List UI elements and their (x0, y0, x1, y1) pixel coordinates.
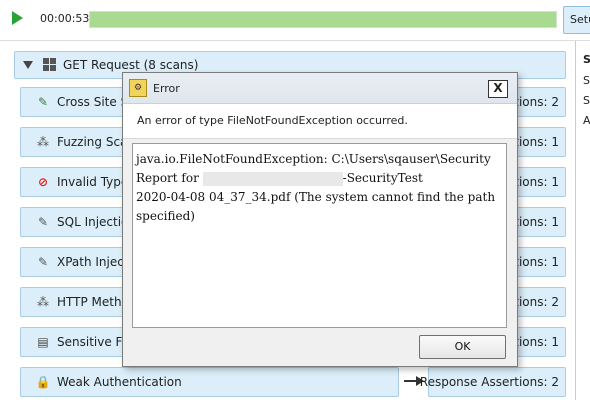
error-message: An error of type FileNotFoundException o… (137, 114, 408, 127)
play-icon[interactable] (12, 11, 23, 25)
fuzzing-icon: ⁂ (37, 135, 49, 149)
scan-label: XPath Inject (57, 255, 129, 269)
elapsed-timer: 00:00:53 (40, 12, 90, 25)
detail-line: Report for -SecurityTest (136, 169, 504, 188)
setup-button[interactable]: Setu (563, 6, 590, 34)
detail-fragment: -SecurityTest (342, 171, 423, 185)
group-label: GET Request (8 scans) (63, 58, 199, 72)
xpath-icon: ✎ (37, 255, 49, 269)
ok-button[interactable]: OK (419, 335, 506, 359)
close-button[interactable]: X (488, 80, 508, 98)
progress-bar (89, 11, 557, 28)
detail-line: specified) (136, 209, 195, 223)
detail-line: java.io.FileNotFoundException: C:\Users\… (136, 152, 491, 166)
side-panel-line: A (583, 114, 590, 127)
redacted-block (202, 171, 343, 186)
scan-label: SQL Injectio (57, 215, 129, 229)
scan-row[interactable]: 🔒 Weak Authentication (20, 367, 399, 397)
side-panel-title: S (583, 53, 590, 66)
runner-toolbar: 00:00:53 Setu (0, 0, 590, 38)
scan-label: Weak Authentication (57, 375, 182, 389)
assertion-label: Response Assertions: 2 (419, 375, 559, 389)
scan-label: Invalid Type (57, 175, 129, 189)
error-detail-textarea[interactable]: java.io.FileNotFoundException: C:\Users\… (132, 143, 507, 328)
dialog-titlebar[interactable]: ⚙ Error X (123, 73, 517, 104)
scan-label: HTTP Meth (57, 295, 122, 309)
http-method-icon: ⁂ (37, 295, 49, 309)
detail-line: 2020-04-08 04_37_34.pdf (The system cann… (136, 190, 496, 204)
request-grid-icon (43, 58, 56, 71)
collapse-caret-icon[interactable] (23, 61, 33, 69)
lock-icon: 🔒 (35, 375, 51, 389)
message-area: An error of type FileNotFoundException o… (123, 104, 517, 139)
side-panel: S S S A (577, 41, 590, 400)
error-dialog: ⚙ Error X An error of type FileNotFoundE… (122, 72, 518, 367)
progress-fill (90, 12, 556, 27)
sql-icon: ✎ (37, 215, 49, 229)
dialog-title: Error (153, 82, 180, 95)
file-icon: ▤ (37, 335, 49, 349)
error-detail-text: java.io.FileNotFoundException: C:\Users\… (136, 150, 504, 226)
side-panel-line: S (583, 94, 590, 107)
app-icon: ⚙ (129, 79, 147, 97)
scan-label: Fuzzing Sca (57, 135, 128, 149)
side-panel-line: S (583, 74, 590, 87)
detail-fragment: Report for (136, 171, 199, 185)
prohibited-icon: ⊘ (37, 175, 49, 189)
assertion-box[interactable]: Response Assertions: 2 (420, 367, 566, 397)
xss-icon: ✎ (37, 95, 49, 109)
scan-label: Sensitive Fil (57, 335, 129, 349)
panel-divider (575, 41, 576, 400)
